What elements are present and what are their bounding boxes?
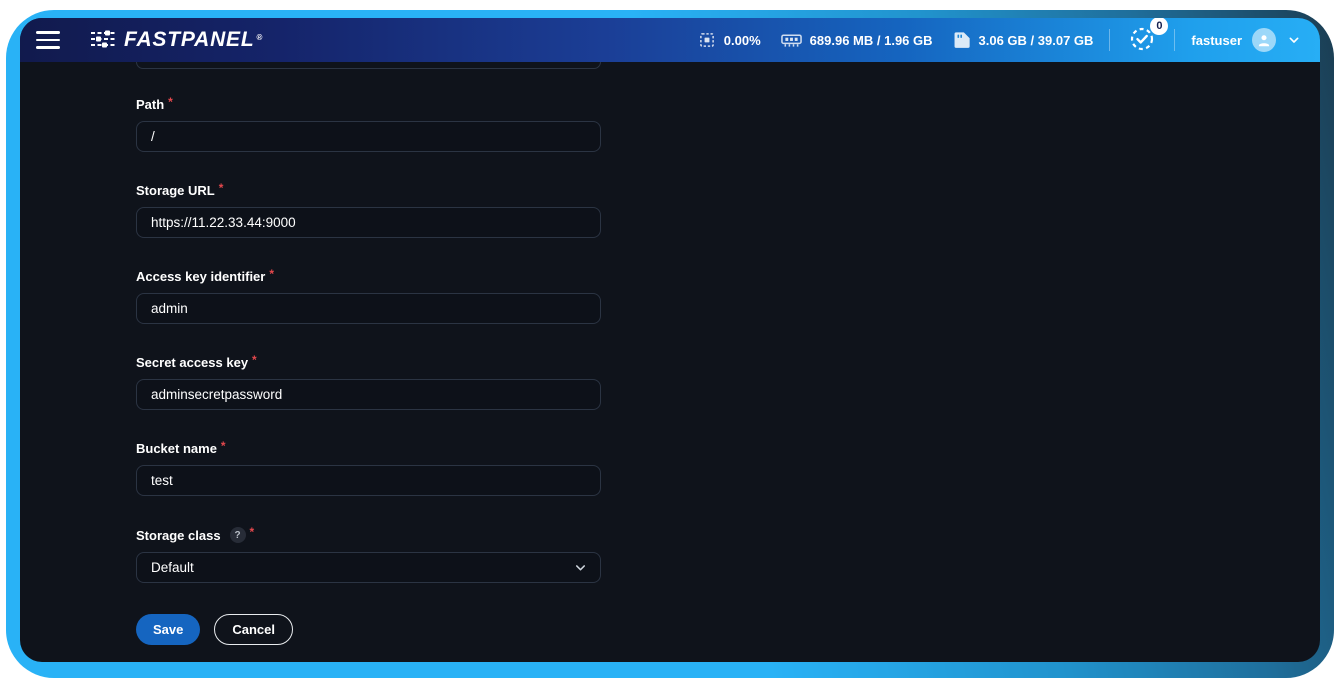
path-label: Path [136, 97, 164, 112]
notifications-badge: 0 [1150, 18, 1168, 35]
storage-settings-form: Path * Storage URL * Access key identifi… [20, 62, 1320, 662]
storage-url-input[interactable] [136, 207, 601, 238]
ram-stat: 689.96 MB / 1.96 GB [781, 32, 933, 48]
field-group-storage-url: Storage URL * [136, 183, 601, 238]
storage-class-select[interactable]: Default [136, 552, 601, 583]
brand-name: FASTPANEL [124, 28, 254, 52]
disk-icon [953, 31, 971, 49]
cpu-stat: 0.00% [698, 31, 761, 49]
bucket-name-input[interactable] [136, 465, 601, 496]
save-button[interactable]: Save [136, 614, 200, 645]
field-group-secret-key: Secret access key * [136, 355, 601, 410]
storage-class-label: Storage class [136, 528, 221, 543]
clipped-input-above[interactable] [136, 62, 601, 69]
topbar-divider [1109, 29, 1110, 51]
chevron-down-icon [573, 560, 588, 575]
chevron-down-icon [1286, 32, 1302, 48]
path-input[interactable] [136, 121, 601, 152]
ram-value: 689.96 MB / 1.96 GB [810, 33, 933, 48]
access-key-label: Access key identifier [136, 269, 265, 284]
menu-hamburger-button[interactable] [30, 22, 66, 58]
cpu-value: 0.00% [724, 33, 761, 48]
window-frame: FASTPANEL ® 0.00% [6, 10, 1334, 678]
username: fastuser [1191, 33, 1242, 48]
secret-key-label: Secret access key [136, 355, 248, 370]
required-asterisk: * [269, 267, 274, 281]
required-asterisk: * [219, 181, 224, 195]
person-icon [1255, 31, 1273, 49]
field-group-storage-class: Storage class ? * Default [136, 527, 601, 583]
storage-class-selected-value: Default [151, 560, 194, 575]
storage-url-label: Storage URL [136, 183, 215, 198]
topbar: FASTPANEL ® 0.00% [20, 18, 1320, 62]
app-window: FASTPANEL ® 0.00% [20, 18, 1320, 662]
equalizer-icon [90, 29, 117, 51]
ram-icon [781, 32, 802, 48]
form-actions: Save Cancel [136, 614, 1320, 645]
server-stats: 0.00% 689.96 [698, 31, 1094, 49]
help-icon[interactable]: ? [230, 527, 246, 543]
brand-logo[interactable]: FASTPANEL ® [90, 28, 262, 52]
tasks-clock-button[interactable]: 0 [1126, 23, 1158, 58]
disk-value: 3.06 GB / 39.07 GB [979, 33, 1094, 48]
bucket-name-label: Bucket name [136, 441, 217, 456]
required-asterisk: * [252, 353, 257, 367]
topbar-divider [1174, 29, 1175, 51]
required-asterisk: * [168, 95, 173, 109]
field-group-access-key: Access key identifier * [136, 269, 601, 324]
access-key-input[interactable] [136, 293, 601, 324]
cpu-icon [698, 31, 716, 49]
cancel-button[interactable]: Cancel [214, 614, 293, 645]
field-group-path: Path * [136, 97, 601, 152]
disk-stat: 3.06 GB / 39.07 GB [953, 31, 1094, 49]
field-group-bucket-name: Bucket name * [136, 441, 601, 496]
required-asterisk: * [250, 525, 255, 539]
required-asterisk: * [221, 439, 226, 453]
registered-mark: ® [256, 33, 262, 42]
user-menu[interactable]: fastuser [1191, 28, 1302, 52]
user-avatar [1252, 28, 1276, 52]
secret-key-input[interactable] [136, 379, 601, 410]
